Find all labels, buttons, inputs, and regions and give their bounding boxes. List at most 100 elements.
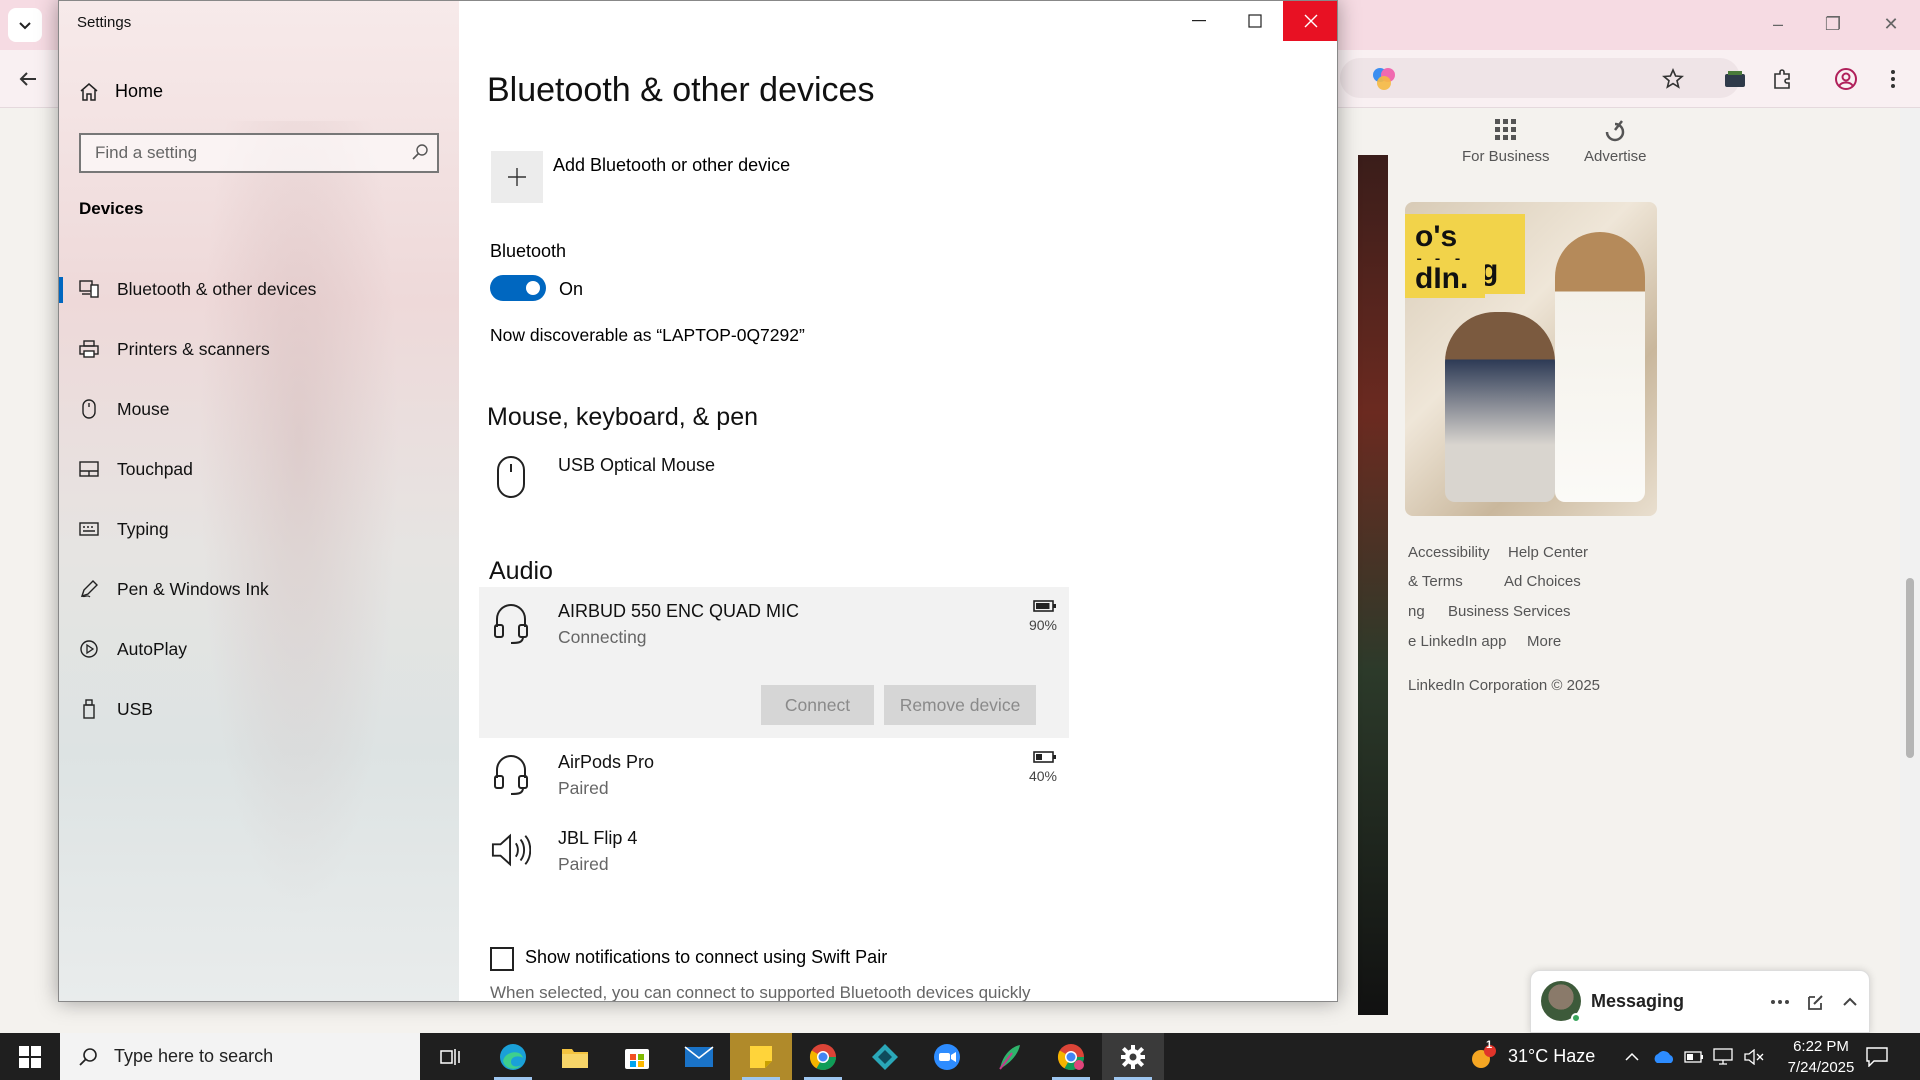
autoplay-icon (79, 639, 99, 659)
nav-item-touchpad[interactable]: Touchpad (59, 439, 459, 499)
diamond-app-icon (872, 1043, 898, 1070)
battery-tray[interactable] (1684, 1033, 1704, 1080)
device-usb-mouse[interactable]: USB Optical Mouse (479, 441, 1069, 511)
tab-search-button[interactable] (8, 8, 42, 42)
taskbar-settings[interactable] (1102, 1033, 1164, 1080)
nav-item-bluetooth[interactable]: Bluetooth & other devices (59, 259, 459, 319)
show-hidden-icons[interactable] (1624, 1033, 1640, 1080)
footer-ad-choices[interactable]: Ad Choices (1504, 573, 1581, 590)
extensions-puzzle-button[interactable] (1766, 63, 1798, 95)
taskbar-file-explorer[interactable] (544, 1033, 606, 1080)
page-scrollbar[interactable] (1900, 108, 1920, 1033)
folder-icon (562, 1048, 588, 1068)
settings-content: Bluetooth & other devices Add Bluetooth … (459, 1, 1337, 1001)
bookmark-star-button[interactable] (1657, 63, 1689, 95)
swift-pair-label[interactable]: Show notifications to connect using Swif… (525, 947, 887, 968)
nav-item-label: Bluetooth & other devices (117, 278, 317, 299)
sticky-notes-icon (750, 1045, 772, 1068)
footer-more[interactable]: More (1527, 633, 1561, 650)
battery-percent: 90% (1028, 617, 1057, 633)
taskbar-chrome-1[interactable] (792, 1033, 854, 1080)
nav-item-autoplay[interactable]: AutoPlay (59, 619, 459, 679)
nav-item-usb[interactable]: USB (59, 679, 459, 739)
settings-search[interactable] (79, 133, 439, 173)
bluetooth-toggle[interactable] (490, 275, 546, 301)
device-status: Paired (558, 854, 609, 874)
footer-terms[interactable]: & Terms (1408, 573, 1463, 590)
linkedin-ad-image[interactable]: o's hiring dIn. (1405, 202, 1657, 516)
clock-time: 6:22 PM (1793, 1038, 1849, 1055)
nav-item-mouse[interactable]: Mouse (59, 379, 459, 439)
network-tray[interactable] (1713, 1033, 1733, 1080)
footer-business-services[interactable]: Business Services (1448, 603, 1571, 620)
device-status: Paired (558, 778, 609, 798)
add-device-button[interactable] (491, 151, 543, 203)
footer-linkedin-app[interactable]: e LinkedIn app (1408, 633, 1506, 650)
battery-fill (1036, 754, 1042, 760)
browser-restore-button[interactable]: ❐ (1818, 12, 1848, 36)
add-device-label[interactable]: Add Bluetooth or other device (553, 155, 790, 176)
compose-message-button[interactable] (1803, 989, 1829, 1015)
for-business-label: For Business (1462, 148, 1550, 165)
search-input[interactable] (81, 135, 401, 171)
messaging-more-button[interactable] (1767, 989, 1793, 1015)
zoom-icon (934, 1043, 960, 1070)
battery-percent: 40% (1028, 768, 1057, 784)
notifications-button[interactable] (1866, 1033, 1888, 1080)
volume-tray[interactable] (1744, 1033, 1764, 1080)
browser-minimize-button[interactable]: – (1763, 12, 1793, 36)
search-icon[interactable] (411, 143, 429, 161)
browser-menu-button[interactable] (1877, 63, 1909, 95)
taskbar-clock[interactable]: 6:22 PM 7/24/2025 (1776, 1036, 1866, 1078)
taskbar-store[interactable] (606, 1033, 668, 1080)
messaging-panel[interactable]: Messaging (1530, 970, 1870, 1033)
connect-button[interactable]: Connect (761, 685, 874, 725)
advertise-nav[interactable]: Advertise (1584, 118, 1647, 165)
bluetooth-devices-icon (79, 279, 99, 299)
device-airpods-pro[interactable]: AirPods Pro Paired 40% (479, 738, 1069, 814)
background-image-strip (1358, 155, 1388, 1015)
nav-item-typing[interactable]: Typing (59, 499, 459, 559)
device-jbl-flip-4[interactable]: JBL Flip 4 Paired (479, 814, 1069, 890)
footer-accessibility[interactable]: Accessibility (1408, 544, 1490, 561)
profile-button[interactable] (1830, 63, 1862, 95)
taskbar-sticky-notes[interactable] (730, 1033, 792, 1080)
nav-item-pen[interactable]: Pen & Windows Ink (59, 559, 459, 619)
remove-device-button[interactable]: Remove device (884, 685, 1036, 725)
advertise-icon (1606, 120, 1625, 142)
extension-button[interactable] (1719, 63, 1751, 95)
back-button[interactable] (12, 63, 44, 95)
taskbar-chrome-2[interactable] (1040, 1033, 1102, 1080)
taskbar-app-feather[interactable] (978, 1033, 1040, 1080)
footer-help-center[interactable]: Help Center (1508, 544, 1588, 561)
arrow-left-icon (19, 72, 36, 86)
device-airbud[interactable]: AIRBUD 550 ENC QUAD MIC Connecting 90% C… (479, 587, 1069, 738)
volume-muted-icon (1744, 1048, 1764, 1065)
taskbar-search[interactable]: Type here to search (60, 1033, 420, 1080)
onedrive-tray[interactable] (1652, 1033, 1676, 1080)
mouse-icon (491, 455, 531, 499)
start-button[interactable] (0, 1033, 60, 1080)
home-label: Home (115, 81, 164, 101)
swift-pair-checkbox[interactable] (490, 947, 514, 971)
browser-close-button[interactable]: ✕ (1876, 12, 1906, 36)
battery-icon (1033, 751, 1056, 763)
chevron-down-icon (19, 22, 31, 30)
nav-item-printers[interactable]: Printers & scanners (59, 319, 459, 379)
taskbar-edge[interactable] (482, 1033, 544, 1080)
taskbar-mail[interactable] (668, 1033, 730, 1080)
footer-ng[interactable]: ng (1408, 603, 1425, 620)
network-icon (1713, 1047, 1733, 1065)
advertise-label: Advertise (1584, 148, 1647, 165)
task-view-button[interactable] (420, 1033, 482, 1080)
weather-widget[interactable]: 1 31°C Haze (1468, 1033, 1595, 1080)
messaging-collapse-button[interactable] (1837, 989, 1863, 1015)
for-business-nav[interactable]: For Business (1462, 118, 1550, 165)
taskbar-app-diamond[interactable] (854, 1033, 916, 1080)
device-name: AIRBUD 550 ENC QUAD MIC (558, 601, 800, 621)
page-scrollbar-thumb[interactable] (1906, 578, 1914, 758)
copilot-button[interactable] (1368, 63, 1400, 95)
taskbar-zoom[interactable] (916, 1033, 978, 1080)
home-nav-item[interactable]: Home (79, 81, 163, 102)
weather-sun-icon (1472, 1044, 1496, 1068)
